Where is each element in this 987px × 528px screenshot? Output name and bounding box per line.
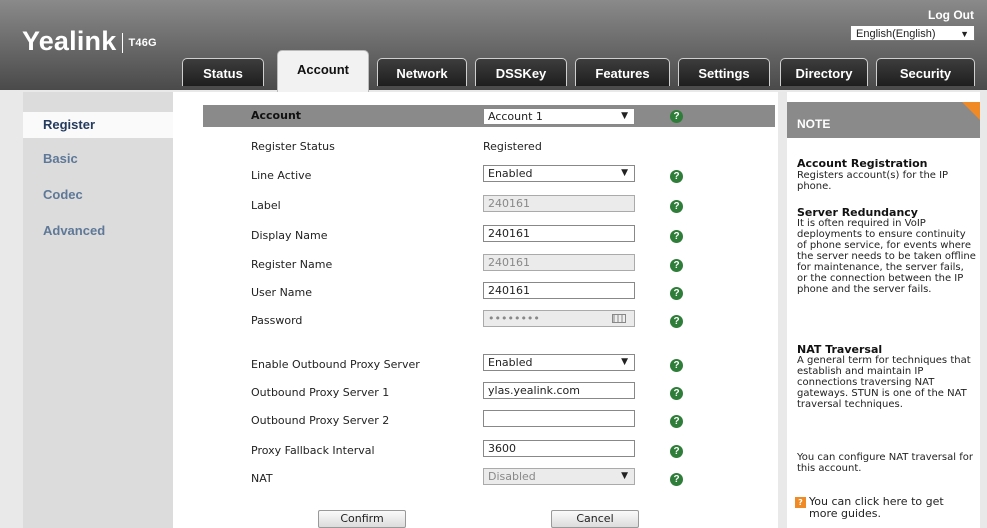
logo-brand: Yealink [22,26,117,56]
display-name-field[interactable]: 240161 [483,225,635,242]
tab-dsskey[interactable]: DSSKey [475,58,567,86]
help-icon[interactable]: ? [670,110,683,123]
logo-model: T46G [128,36,157,49]
cancel-button[interactable]: Cancel [551,510,639,528]
tab-account[interactable]: Account [277,50,369,92]
help-icon[interactable]: ? [670,230,683,243]
line-active-label: Line Active [251,169,312,182]
language-value: English(English) [856,28,936,40]
confirm-button[interactable]: Confirm [318,510,406,528]
help-icon[interactable]: ? [670,415,683,428]
password-label: Password [251,314,303,327]
dropdown-arrow-icon: ▼ [960,29,969,39]
logo: Yealink T46G [22,26,157,57]
help-icon[interactable]: ? [670,287,683,300]
note-guide-text[interactable]: You can click here to get more guides. [809,495,944,520]
sidebar: Register Basic Codec Advanced [23,92,173,528]
note-corner-accent [962,102,980,120]
tab-directory[interactable]: Directory [780,58,868,86]
sidebar-item-register[interactable]: Register [23,112,173,138]
dropdown-arrow-icon: ▼ [621,471,628,481]
tab-security[interactable]: Security [876,58,975,86]
user-name-field[interactable]: 240161 [483,282,635,299]
password-value: •••••••• [488,312,540,325]
proxy1-label: Outbound Proxy Server 1 [251,386,390,399]
help-icon[interactable]: ? [670,473,683,486]
help-icon[interactable]: ? [670,259,683,272]
logout-link[interactable]: Log Out [928,8,974,22]
account-label: Account [251,109,302,122]
guide-icon[interactable]: ? [795,497,806,508]
dropdown-arrow-icon: ▼ [621,168,628,178]
note-nat-config-text: You can configure NAT traversal for this… [797,452,973,474]
proxy1-field[interactable]: ylas.yealink.com [483,382,635,399]
nat-value: Disabled [488,470,536,483]
nat-label: NAT [251,472,273,485]
outbound-proxy-label: Enable Outbound Proxy Server [251,358,420,371]
help-icon[interactable]: ? [670,200,683,213]
display-name-label: Display Name [251,229,328,242]
password-field[interactable]: •••••••• [483,310,635,327]
sidebar-item-advanced[interactable]: Advanced [23,218,173,244]
account-form: Account Account 1 ▼ ? Register Status Re… [173,92,778,528]
note-panel: NOTE Account Registration Registers acco… [787,92,980,528]
tab-features[interactable]: Features [575,58,670,86]
note-header: NOTE [787,102,980,138]
label-field[interactable]: 240161 [483,195,635,212]
proxy2-field[interactable] [483,410,635,427]
help-icon[interactable]: ? [670,359,683,372]
sidebar-item-codec[interactable]: Codec [23,182,173,208]
help-icon[interactable]: ? [670,445,683,458]
register-name-label: Register Name [251,258,333,271]
keyboard-icon[interactable] [612,314,626,323]
language-select[interactable]: English(English) ▼ [850,25,975,41]
sidebar-item-basic[interactable]: Basic [23,146,173,172]
register-status-value: Registered [483,140,542,153]
nat-select[interactable]: Disabled ▼ [483,468,635,485]
header-bar: Yealink T46G Log Out English(English) ▼ S… [0,0,987,92]
dropdown-arrow-icon: ▼ [621,111,628,121]
dropdown-arrow-icon: ▼ [621,357,628,367]
help-icon[interactable]: ? [670,387,683,400]
note-guide-link[interactable]: ? You can click here to get more guides. [795,495,974,520]
tab-status[interactable]: Status [182,58,264,86]
tab-settings[interactable]: Settings [678,58,770,86]
tab-network[interactable]: Network [377,58,467,86]
register-status-label: Register Status [251,140,335,153]
fallback-label: Proxy Fallback Interval [251,444,375,457]
help-icon[interactable]: ? [670,315,683,328]
outbound-proxy-value: Enabled [488,356,533,369]
line-active-value: Enabled [488,167,533,180]
label-label: Label [251,199,281,212]
logo-divider [122,32,124,53]
note-account-registration-text: Registers account(s) for the IP phone. [797,170,949,192]
proxy2-label: Outbound Proxy Server 2 [251,414,390,427]
outbound-proxy-select[interactable]: Enabled ▼ [483,354,635,371]
note-nat-traversal-text: A general term for techniques that estab… [797,355,971,410]
register-name-field[interactable]: 240161 [483,254,635,271]
line-active-select[interactable]: Enabled ▼ [483,165,635,182]
note-account-registration-title: Account Registration [797,157,928,170]
help-icon[interactable]: ? [670,170,683,183]
note-server-redundancy-text: It is often required in VoIP deployments… [797,218,976,295]
account-select[interactable]: Account 1 ▼ [483,108,635,125]
account-select-value: Account 1 [488,110,543,123]
user-name-label: User Name [251,286,313,299]
fallback-field[interactable]: 3600 [483,440,635,457]
